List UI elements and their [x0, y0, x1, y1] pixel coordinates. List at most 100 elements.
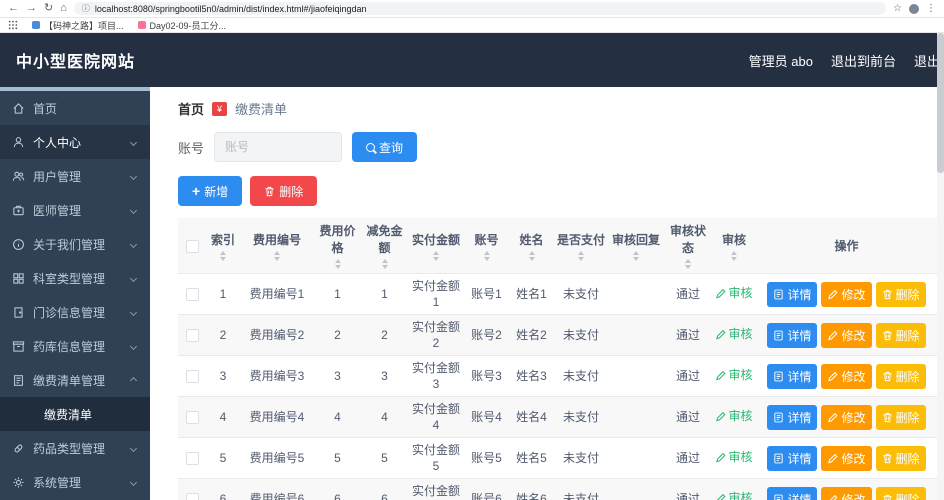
sort-icon[interactable] [381, 259, 388, 269]
edit-button[interactable]: 修改 [821, 281, 872, 307]
apps-grid-icon[interactable] [8, 20, 18, 30]
scrollbar-thumb[interactable] [937, 33, 944, 173]
sidebar-item-home[interactable]: 首页 [0, 91, 150, 125]
row-delete-button[interactable]: 删除 [875, 445, 926, 471]
page-scrollbar[interactable] [937, 33, 944, 500]
sort-icon[interactable] [528, 250, 535, 261]
edit-button[interactable]: 修改 [821, 363, 872, 389]
address-bar[interactable]: ⓘ localhost:8080/springbootil5n0/admin/d… [73, 2, 887, 15]
bookmark-item[interactable]: Day02-09-员工分... [137, 19, 226, 32]
sort-icon[interactable] [633, 250, 639, 261]
review-link[interactable]: 审核 [715, 449, 753, 465]
row-delete-button[interactable]: 删除 [875, 322, 926, 348]
cell-review-status: 通过 [664, 396, 712, 438]
browser-home-icon[interactable]: ⌂ [60, 3, 67, 14]
cell-fee-price: 4 [314, 396, 361, 438]
cell-discount: 4 [361, 396, 408, 438]
cell-index: 6 [206, 478, 240, 500]
sidebar-item-box[interactable]: 药库信息管理 [0, 329, 150, 363]
row-checkbox[interactable] [185, 370, 199, 384]
back-icon[interactable]: ← [8, 3, 19, 14]
row-delete-button[interactable]: 删除 [875, 281, 926, 307]
chevron-down-icon [129, 376, 138, 384]
sort-icon[interactable] [274, 250, 280, 261]
row-delete-button[interactable]: 删除 [875, 363, 926, 389]
detail-button[interactable]: 详情 [767, 486, 818, 500]
sidebar-item-pill[interactable]: 药品类型管理 [0, 431, 150, 465]
select-all-checkbox[interactable] [185, 239, 199, 253]
row-checkbox[interactable] [185, 411, 199, 425]
cell-index: 1 [206, 273, 240, 315]
detail-button[interactable]: 详情 [767, 363, 818, 389]
cell-paid: 实付金额5 [408, 437, 464, 479]
bookmark-item[interactable]: 【码神之路】项目... [32, 19, 124, 32]
detail-button[interactable]: 详情 [767, 322, 818, 348]
edit-button[interactable]: 修改 [821, 404, 872, 430]
trash-icon [882, 494, 893, 500]
sort-icon[interactable] [685, 259, 691, 269]
trash-icon [882, 289, 893, 300]
cell-account: 账号1 [464, 273, 509, 315]
row-delete-button[interactable]: 删除 [875, 486, 926, 500]
row-checkbox[interactable] [185, 493, 199, 500]
sidebar-item-users[interactable]: 用户管理 [0, 159, 150, 193]
sidebar-item-label: 科室类型管理 [33, 271, 106, 286]
column-header-actions: 操作 [834, 239, 859, 253]
sort-icon[interactable] [334, 259, 341, 269]
edit-button[interactable]: 修改 [821, 322, 872, 348]
query-button[interactable]: 查询 [352, 132, 418, 162]
cell-index: 4 [206, 396, 240, 438]
sort-icon[interactable] [731, 250, 737, 261]
browser-chrome: ← → ↻ ⌂ ⓘ localhost:8080/springbootil5n0… [0, 0, 944, 33]
review-link[interactable]: 审核 [715, 408, 753, 424]
column-header-fee_no: 费用编号 [252, 232, 301, 247]
row-delete-button[interactable]: 删除 [875, 404, 926, 430]
review-link[interactable]: 审核 [715, 490, 753, 500]
detail-button[interactable]: 详情 [767, 281, 818, 307]
profile-icon[interactable] [909, 3, 919, 14]
account-input[interactable] [214, 132, 343, 162]
cell-account: 账号2 [464, 314, 509, 356]
page-info-icon[interactable]: ⓘ [82, 3, 90, 14]
sidebar-item-person[interactable]: 个人中心 [0, 125, 150, 159]
admin-label: 管理员 abo [748, 53, 813, 69]
bookmark-star-icon[interactable]: ☆ [893, 3, 902, 14]
edit-icon [715, 411, 727, 422]
sort-icon[interactable] [483, 250, 490, 261]
cell-index: 3 [206, 355, 240, 397]
cell-fee-price: 6 [314, 478, 361, 500]
sidebar-item-info[interactable]: 关于我们管理 [0, 227, 150, 261]
detail-button[interactable]: 详情 [767, 445, 818, 471]
row-checkbox[interactable] [185, 452, 199, 466]
detail-button[interactable]: 详情 [767, 404, 818, 430]
sidebar-item-list[interactable]: 缴费清单管理 [0, 363, 150, 397]
cell-review-status: 通过 [664, 437, 712, 479]
review-link[interactable]: 审核 [715, 285, 753, 301]
edit-button[interactable]: 修改 [821, 445, 872, 471]
sidebar-subitem[interactable]: 缴费清单 [0, 397, 150, 431]
column-header-index: 索引 [210, 232, 235, 247]
cell-review-status: 通过 [664, 355, 712, 397]
sidebar-item-doctor[interactable]: 医师管理 [0, 193, 150, 227]
menu-dots-icon[interactable]: ⋮ [926, 3, 936, 14]
sidebar-item-door[interactable]: 门诊信息管理 [0, 295, 150, 329]
sort-icon[interactable] [578, 250, 584, 261]
forward-icon[interactable]: → [26, 3, 37, 14]
add-button[interactable]: + 新增 [178, 176, 243, 206]
review-link[interactable]: 审核 [715, 367, 753, 383]
cell-review-reply [608, 355, 664, 397]
row-checkbox[interactable] [185, 329, 199, 343]
row-checkbox[interactable] [185, 288, 199, 302]
reload-icon[interactable]: ↻ [44, 3, 53, 14]
sort-icon[interactable] [433, 250, 439, 261]
sidebar-item-grid[interactable]: 科室类型管理 [0, 261, 150, 295]
cell-fee-no: 费用编号5 [240, 437, 314, 479]
edit-button[interactable]: 修改 [821, 486, 872, 500]
exit-to-front-link[interactable]: 退出到前台 [831, 51, 896, 70]
sidebar-item-gear[interactable]: 系统管理 [0, 465, 150, 499]
sort-icon[interactable] [220, 250, 226, 261]
bulk-delete-button[interactable]: 删除 [250, 176, 318, 206]
cell-fee-no: 费用编号3 [240, 355, 314, 397]
breadcrumb-home[interactable]: 首页 [178, 99, 204, 118]
review-link[interactable]: 审核 [715, 326, 753, 342]
